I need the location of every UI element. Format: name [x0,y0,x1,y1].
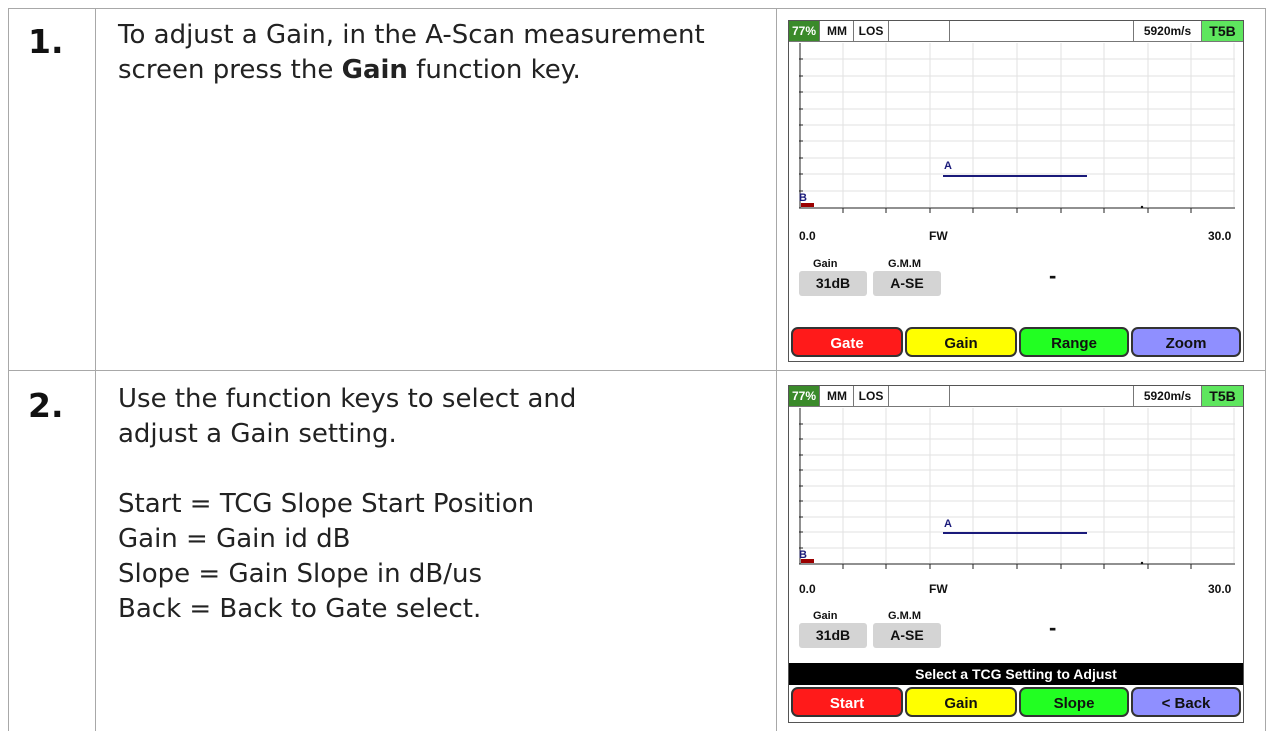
gmm-value: A-SE [873,623,941,648]
velocity-indicator: 5920m/s [1134,386,1202,406]
x-axis-mid: FW [929,582,948,596]
ascan-plot: A B [799,43,1235,213]
instruction-table: 1. To adjust a Gain, in the A-Scan measu… [8,8,1266,731]
gain-value: 31dB [799,271,867,296]
step-2-line: adjust a Gain setting. [118,419,397,449]
x-axis-mid: FW [929,229,948,243]
table-border-left [8,8,9,731]
step-1-text-end: function key. [407,55,581,85]
los-indicator: LOS [854,21,889,41]
step-2-line: Back = Back to Gate select. [118,594,482,624]
ascan-screen-1: 77% MM LOS 5920m/s T5B A B 0.0 FW 30.0 G… [788,20,1244,362]
back-key[interactable]: < Back [1131,687,1241,717]
table-border-right [1265,8,1266,731]
step-2-line: Use the function keys to select and [118,384,577,414]
gain-value: 31dB [799,623,867,648]
gain-key[interactable]: Gain [905,327,1017,357]
gain-key[interactable]: Gain [905,687,1017,717]
step-number: 2. [28,386,64,425]
x-axis-max: 30.0 [1208,229,1232,243]
gmm-label: G.M.M [888,258,921,270]
table-border-top [8,8,1266,9]
gate-a-label: A [944,160,952,172]
step-2-instructions: Use the function keys to select and adju… [118,382,758,627]
tcg-prompt-bar: Select a TCG Setting to Adjust [789,663,1243,685]
reading-value: - [1049,615,1057,640]
velocity-indicator: 5920m/s [1134,21,1202,41]
gate-b-label: B [799,192,807,204]
status-empty-cell [889,386,950,406]
reading-value: - [1049,263,1057,288]
status-empty-cell [889,21,950,41]
gain-keyword: Gain [341,55,408,85]
status-empty-cell [950,21,1134,41]
status-empty-cell [950,386,1134,406]
x-axis-min: 0.0 [799,582,816,596]
gmm-label: G.M.M [888,610,921,622]
x-axis-min: 0.0 [799,229,816,243]
gain-label: Gain [813,258,838,270]
gate-key[interactable]: Gate [791,327,903,357]
function-keys: Gate Gain Range Zoom [789,327,1243,361]
status-bar: 77% MM LOS 5920m/s T5B [789,386,1243,407]
step-1-instructions: To adjust a Gain, in the A-Scan measurem… [118,18,758,88]
gate-a-label: A [944,518,952,530]
battery-indicator: 77% [789,386,820,406]
echo-marker [1140,561,1144,565]
echo-marker [1140,205,1144,209]
table-col-divider-2 [776,8,777,731]
step-number: 1. [28,22,64,61]
step-2-line [118,452,758,487]
ascan-screen-2: 77% MM LOS 5920m/s T5B A B 0.0 FW 30.0 G… [788,385,1244,723]
table-row-divider [8,370,1266,371]
step-2-line: Start = TCG Slope Start Position [118,489,535,519]
status-bar: 77% MM LOS 5920m/s T5B [789,21,1243,42]
table-col-divider-1 [95,8,96,731]
battery-indicator: 77% [789,21,820,41]
gain-label: Gain [813,610,838,622]
gate-b-label: B [799,549,807,561]
mode-indicator: MM [821,386,854,406]
ascan-plot: A B [799,408,1235,569]
function-keys: Start Gain Slope < Back [789,687,1243,721]
probe-indicator: T5B [1202,386,1243,406]
x-axis-max: 30.0 [1208,582,1232,596]
slope-key[interactable]: Slope [1019,687,1129,717]
mode-indicator: MM [821,21,854,41]
zoom-key[interactable]: Zoom [1131,327,1241,357]
probe-indicator: T5B [1202,21,1243,41]
step-2-line: Gain = Gain id dB [118,524,351,554]
range-key[interactable]: Range [1019,327,1129,357]
los-indicator: LOS [854,386,889,406]
step-2-line: Slope = Gain Slope in dB/us [118,559,482,589]
gmm-value: A-SE [873,271,941,296]
start-key[interactable]: Start [791,687,903,717]
